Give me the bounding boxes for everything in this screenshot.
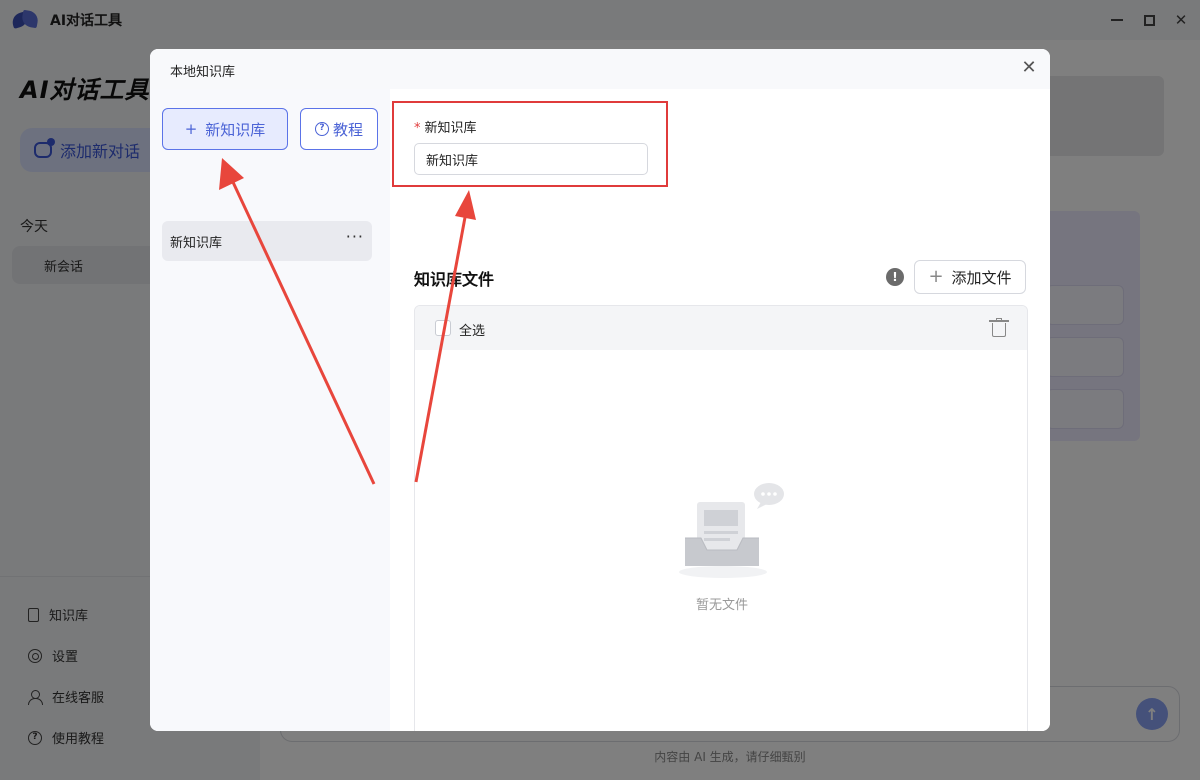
add-file-label: 添加文件 (951, 268, 1012, 287)
select-all-checkbox[interactable] (435, 320, 451, 336)
new-kb-label: 新知识库 (205, 120, 266, 139)
dialog-header: 本地知识库 ✕ (150, 49, 1050, 89)
info-icon[interactable]: ! (886, 268, 904, 286)
add-file-button[interactable]: + 添加文件 (914, 260, 1026, 294)
empty-inbox-icon (679, 483, 784, 578)
kb-list-panel: + 新知识库 ? 教程 新知识库 ··· (150, 89, 390, 731)
plus-icon: + (928, 266, 944, 287)
kb-detail-panel: * 新知识库 新知识库 知识库文件 ! + 添加文件 全选 暂无文件 (390, 89, 1050, 731)
close-icon[interactable]: ✕ (1020, 59, 1038, 77)
tutorial-label: 教程 (332, 120, 363, 139)
select-all-label: 全选 (459, 324, 486, 339)
trash-icon[interactable] (989, 318, 1009, 338)
knowledge-base-dialog: 本地知识库 ✕ + 新知识库 ? 教程 新知识库 ··· * 新知识库 新知识库 … (150, 49, 1050, 731)
kb-name-input[interactable]: 新知识库 (414, 143, 648, 175)
kb-item-name: 新知识库 (170, 235, 223, 251)
plus-icon: + (184, 120, 198, 138)
tutorial-button[interactable]: ? 教程 (300, 108, 378, 150)
more-icon[interactable]: ··· (346, 229, 364, 245)
help-icon: ? (314, 122, 329, 136)
new-knowledge-base-button[interactable]: + 新知识库 (162, 108, 288, 150)
required-marker: * (414, 121, 421, 136)
kb-list-item[interactable]: 新知识库 ··· (162, 221, 372, 261)
empty-state-text: 暂无文件 (695, 598, 748, 613)
files-table: 全选 暂无文件 (414, 305, 1028, 731)
kb-files-title: 知识库文件 (414, 270, 495, 289)
dialog-title: 本地知识库 (170, 65, 236, 80)
files-table-header: 全选 (415, 306, 1027, 350)
kb-name-label: * 新知识库 (414, 121, 477, 136)
